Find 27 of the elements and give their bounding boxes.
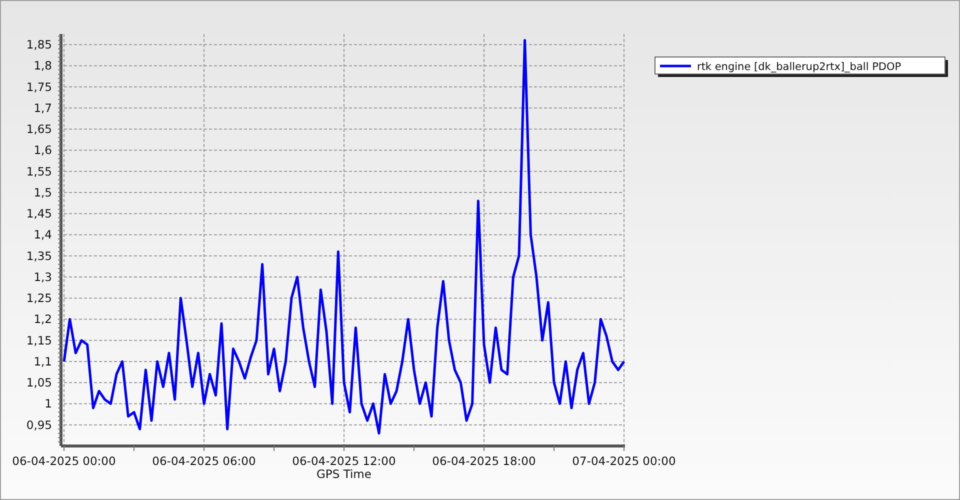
y-tick-label: 1,2 <box>34 312 52 326</box>
x-tick-label: 07-04-2025 00:00 <box>572 454 676 468</box>
y-tick-label: 0,95 <box>26 418 52 432</box>
x-tick-label: 06-04-2025 18:00 <box>432 454 536 468</box>
x-tick-label: 06-04-2025 00:00 <box>12 454 116 468</box>
x-tick-label: 06-04-2025 12:00 <box>292 454 396 468</box>
y-tick-label: 1,55 <box>26 164 52 178</box>
y-tick-label: 1,15 <box>26 333 52 348</box>
y-tick-label: 1,8 <box>34 58 52 73</box>
y-tick-label: 1,3 <box>34 270 52 284</box>
y-tick-label: 1,85 <box>26 38 52 52</box>
y-tick-label: 1,7 <box>34 100 52 115</box>
x-tick-label: 06-04-2025 06:00 <box>152 454 256 468</box>
y-tick-label: 1,35 <box>26 248 52 263</box>
legend-line-icon <box>660 64 691 68</box>
legend-label: rtk engine [dk_ballerup2rtx]_ball PDOP <box>697 61 902 73</box>
y-tick-label: 1,05 <box>26 376 52 390</box>
y-tick-label: 1,1 <box>34 354 52 368</box>
y-tick-label: 1,75 <box>26 80 52 94</box>
y-tick-label: 1,5 <box>34 185 52 200</box>
y-tick-label: 1,25 <box>26 291 52 306</box>
y-tick-label: 1,4 <box>34 228 52 242</box>
y-tick-label: 1,6 <box>34 143 52 158</box>
y-tick-label: 1 <box>44 396 52 411</box>
x-axis-title: GPS Time <box>316 467 372 481</box>
y-tick-label: 1,45 <box>26 206 52 221</box>
y-tick-label: 1,65 <box>26 122 52 136</box>
